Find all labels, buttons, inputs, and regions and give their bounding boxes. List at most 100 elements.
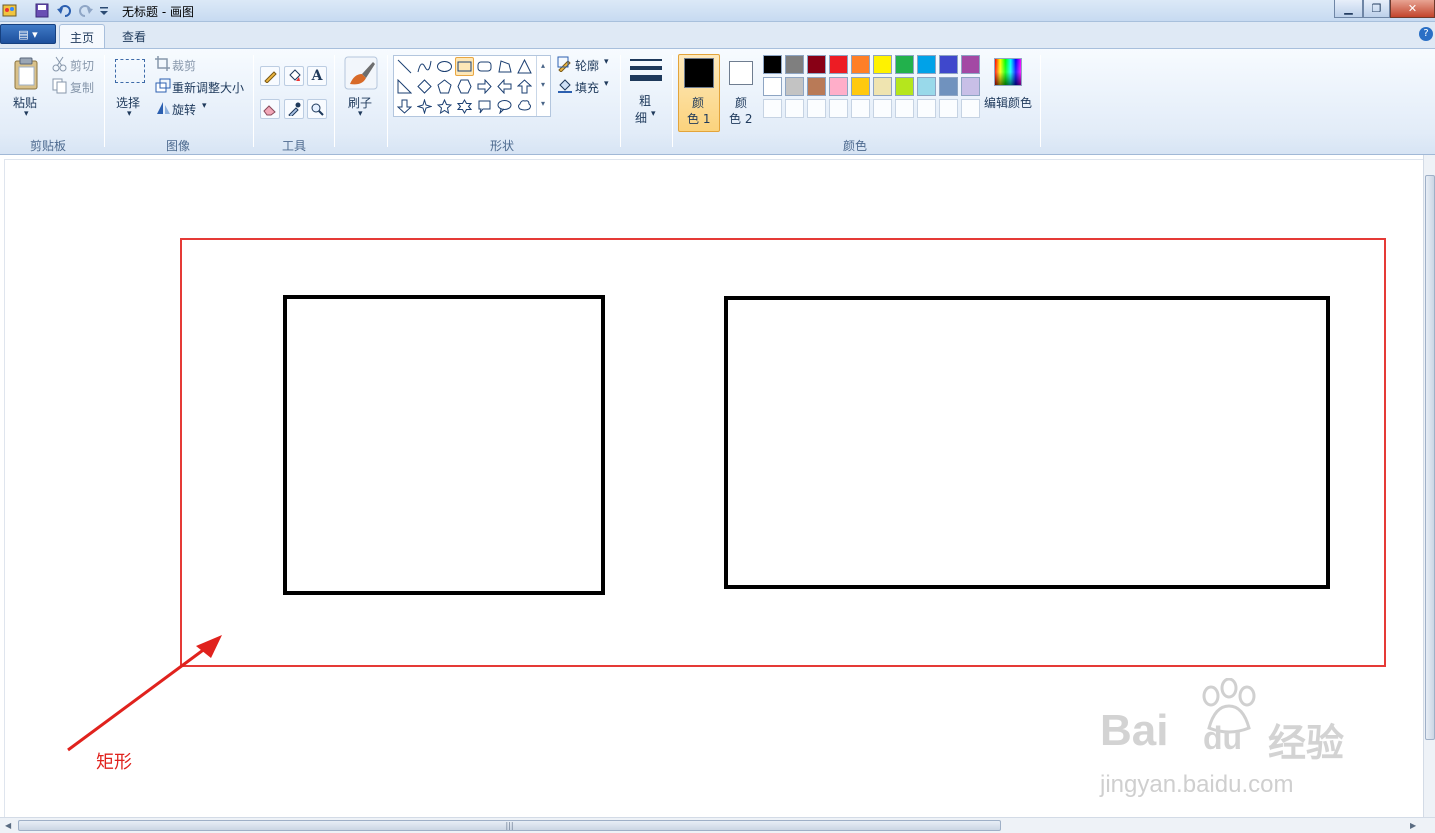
rounded-rectangle-shape-icon[interactable] xyxy=(475,57,494,76)
down-arrow-shape-icon[interactable] xyxy=(395,97,414,116)
edit-colors-button[interactable]: 编辑颜色 xyxy=(984,94,1032,111)
rotate-dropdown-arrow[interactable]: ▾ xyxy=(202,101,207,111)
outline-dropdown-arrow[interactable]: ▾ xyxy=(604,57,609,67)
line-size-icon[interactable] xyxy=(630,58,662,84)
color-picker-icon[interactable] xyxy=(284,99,304,119)
paint-app-icon[interactable] xyxy=(2,3,18,18)
size-label-line2[interactable]: 细 xyxy=(635,109,647,126)
palette-swatch[interactable] xyxy=(851,77,870,96)
palette-swatch[interactable] xyxy=(939,77,958,96)
undo-icon[interactable] xyxy=(56,3,72,18)
palette-swatch[interactable] xyxy=(829,77,848,96)
palette-custom-slot[interactable] xyxy=(873,99,892,118)
eraser-icon[interactable] xyxy=(260,99,280,119)
palette-swatch[interactable] xyxy=(895,77,914,96)
right-arrow-shape-icon[interactable] xyxy=(475,77,494,96)
minimize-button[interactable]: ▁ xyxy=(1334,0,1363,18)
vertical-scrollbar[interactable] xyxy=(1423,155,1435,817)
palette-swatch[interactable] xyxy=(851,55,870,74)
vertical-scroll-thumb[interactable] xyxy=(1425,175,1435,740)
palette-custom-slot[interactable] xyxy=(851,99,870,118)
brushes-dropdown-arrow[interactable]: ▾ xyxy=(358,109,363,119)
pencil-icon[interactable] xyxy=(260,66,280,86)
magnifier-icon[interactable] xyxy=(307,99,327,119)
palette-custom-slot[interactable] xyxy=(829,99,848,118)
fill-dropdown-arrow[interactable]: ▾ xyxy=(604,79,609,89)
line-shape-icon[interactable] xyxy=(395,57,414,76)
hexagon-shape-icon[interactable] xyxy=(455,77,474,96)
tab-view[interactable]: 查看 xyxy=(112,24,156,48)
paste-icon[interactable] xyxy=(13,57,41,93)
maximize-button[interactable]: ❐ xyxy=(1363,0,1390,18)
redo-icon[interactable] xyxy=(78,3,94,18)
crop-button[interactable]: 裁剪 xyxy=(172,57,196,74)
palette-swatch[interactable] xyxy=(807,55,826,74)
oval-callout-shape-icon[interactable] xyxy=(495,97,514,116)
right-triangle-shape-icon[interactable] xyxy=(395,77,414,96)
select-icon[interactable] xyxy=(115,59,145,83)
palette-custom-slot[interactable] xyxy=(763,99,782,118)
close-button[interactable]: ✕ xyxy=(1390,0,1435,18)
palette-swatch[interactable] xyxy=(763,55,782,74)
outline-button[interactable]: 轮廓 xyxy=(575,57,599,74)
resize-button[interactable]: 重新调整大小 xyxy=(172,79,244,96)
paste-dropdown-arrow[interactable]: ▾ xyxy=(24,109,29,119)
rotate-button[interactable]: 旋转 xyxy=(172,101,196,118)
scroll-right-arrow-icon[interactable]: ▶ xyxy=(1410,821,1416,830)
diamond-shape-icon[interactable] xyxy=(415,77,434,96)
palette-swatch[interactable] xyxy=(961,55,980,74)
size-dropdown-arrow[interactable]: ▾ xyxy=(651,109,656,119)
oval-shape-icon[interactable] xyxy=(435,57,454,76)
app-menu-button[interactable]: ▤ ▾ xyxy=(0,24,56,44)
palette-custom-slot[interactable] xyxy=(895,99,914,118)
select-dropdown-arrow[interactable]: ▾ xyxy=(127,109,132,119)
left-arrow-shape-icon[interactable] xyxy=(495,77,514,96)
palette-custom-slot[interactable] xyxy=(917,99,936,118)
scroll-left-arrow-icon[interactable]: ◀ xyxy=(5,821,11,830)
four-point-star-shape-icon[interactable] xyxy=(415,97,434,116)
help-icon[interactable]: ? xyxy=(1419,27,1433,41)
horizontal-scroll-thumb[interactable]: ||| xyxy=(18,820,1001,831)
palette-swatch[interactable] xyxy=(785,77,804,96)
palette-custom-slot[interactable] xyxy=(785,99,804,118)
edit-colors-icon[interactable] xyxy=(994,58,1022,86)
palette-swatch[interactable] xyxy=(917,77,936,96)
palette-swatch[interactable] xyxy=(873,77,892,96)
curve-shape-icon[interactable] xyxy=(415,57,434,76)
triangle-shape-icon[interactable] xyxy=(515,57,534,76)
fill-bucket-icon[interactable] xyxy=(284,66,304,86)
palette-swatch[interactable] xyxy=(763,77,782,96)
color2-swatch[interactable] xyxy=(729,61,753,85)
brush-icon[interactable] xyxy=(344,56,378,90)
up-arrow-shape-icon[interactable] xyxy=(515,77,534,96)
tab-home[interactable]: 主页 xyxy=(59,24,106,48)
palette-custom-slot[interactable] xyxy=(961,99,980,118)
palette-custom-slot[interactable] xyxy=(807,99,826,118)
text-tool-icon[interactable]: A xyxy=(307,66,327,86)
color2-label-line1[interactable]: 颜 xyxy=(735,94,747,111)
palette-swatch[interactable] xyxy=(873,55,892,74)
palette-swatch[interactable] xyxy=(829,55,848,74)
polygon-shape-icon[interactable] xyxy=(495,57,514,76)
customize-quick-access-icon[interactable] xyxy=(98,3,114,18)
rectangle-shape-icon[interactable] xyxy=(455,57,474,76)
size-label-line1[interactable]: 粗 xyxy=(639,92,651,109)
fill-button[interactable]: 填充 xyxy=(575,79,599,96)
cloud-callout-shape-icon[interactable] xyxy=(515,97,534,116)
save-icon[interactable] xyxy=(34,3,50,18)
six-point-star-shape-icon[interactable] xyxy=(455,97,474,116)
palette-swatch[interactable] xyxy=(807,77,826,96)
palette-swatch[interactable] xyxy=(917,55,936,74)
palette-swatch[interactable] xyxy=(785,55,804,74)
pentagon-shape-icon[interactable] xyxy=(435,77,454,96)
cut-button[interactable]: 剪切 xyxy=(70,57,94,74)
shapes-scroll[interactable]: ▴ ▾ ▾ xyxy=(536,56,549,116)
rounded-callout-shape-icon[interactable] xyxy=(475,97,494,116)
palette-swatch[interactable] xyxy=(939,55,958,74)
palette-swatch[interactable] xyxy=(961,77,980,96)
copy-button[interactable]: 复制 xyxy=(70,79,94,96)
palette-swatch[interactable] xyxy=(895,55,914,74)
five-point-star-shape-icon[interactable] xyxy=(435,97,454,116)
color2-label-line2[interactable]: 色 2 xyxy=(729,110,752,127)
palette-custom-slot[interactable] xyxy=(939,99,958,118)
